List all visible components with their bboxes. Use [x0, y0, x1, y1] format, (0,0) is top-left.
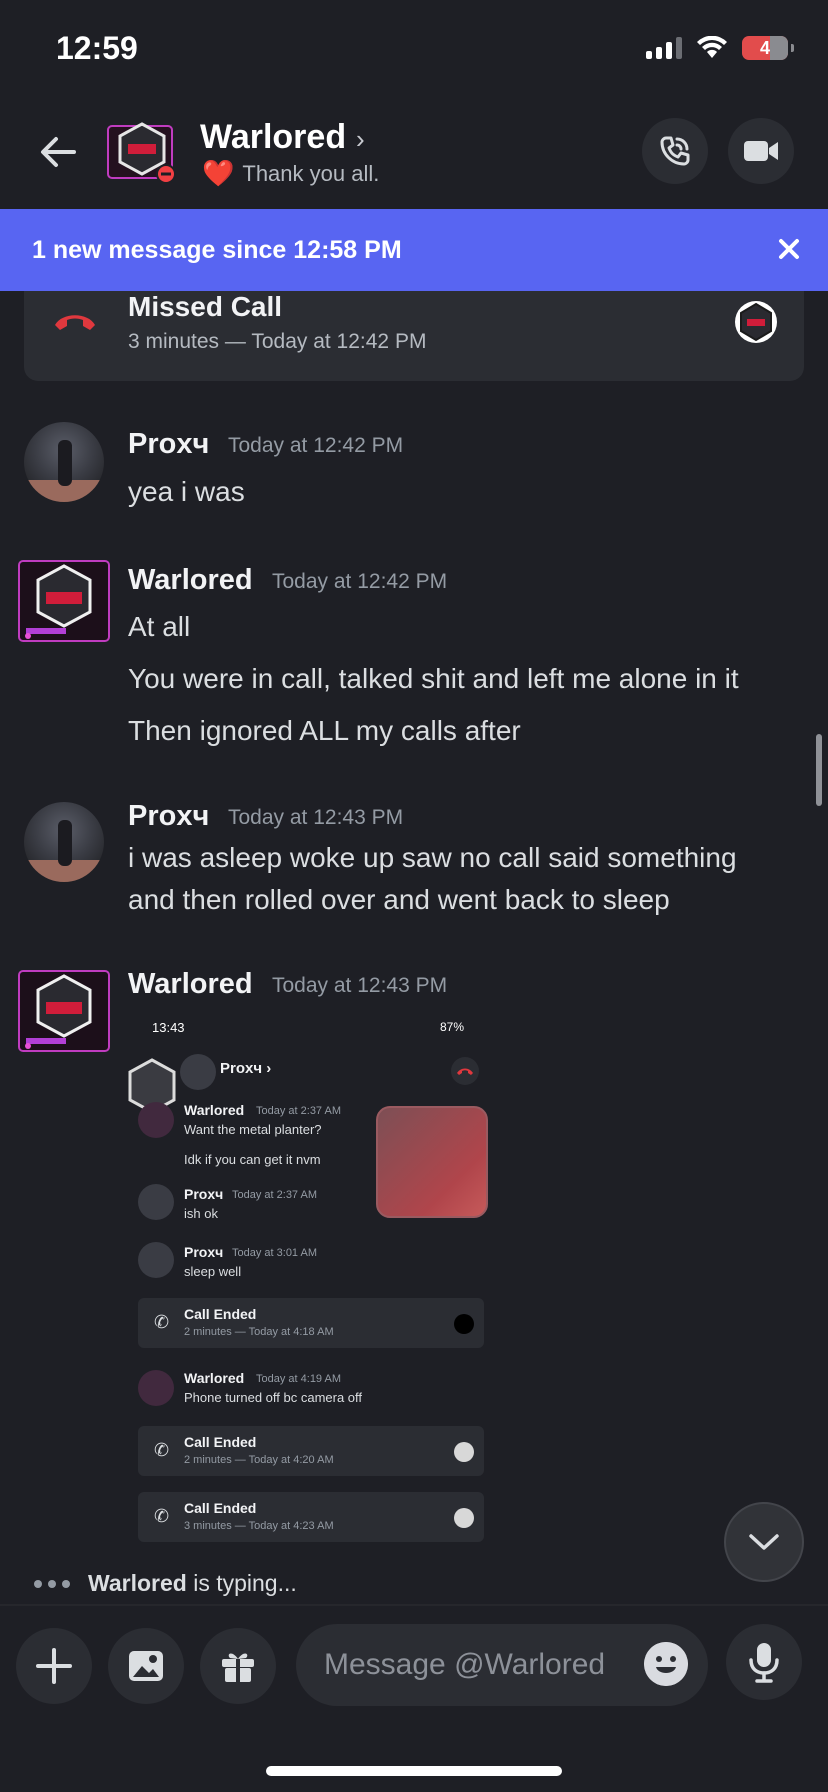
attachment-text: Idk if you can get it nvm	[184, 1152, 321, 1167]
microphone-icon	[749, 1643, 779, 1683]
message-input-placeholder[interactable]: Message @Warlored	[324, 1648, 605, 1682]
participant-avatar	[454, 1442, 474, 1462]
message-timestamp: Today at 12:43 PM	[272, 974, 448, 997]
chevron-down-icon	[749, 1534, 779, 1550]
avatar[interactable]	[106, 120, 178, 186]
attachment-timestamp: Today at 2:37 AM	[256, 1105, 341, 1117]
floating-video-preview	[376, 1106, 488, 1218]
home-indicator[interactable]	[266, 1766, 562, 1776]
participant-avatar	[735, 301, 777, 343]
scrollbar[interactable]	[816, 734, 822, 806]
status-icons: 4	[646, 36, 794, 60]
call-ended-subtitle: 3 minutes — Today at 4:23 AM	[184, 1520, 334, 1532]
call-ended-subtitle: 2 minutes — Today at 4:18 AM	[184, 1326, 334, 1338]
avatar	[138, 1242, 174, 1278]
missed-call-icon	[55, 315, 95, 330]
participant-avatar	[454, 1508, 474, 1528]
attachment-author: Warlored	[184, 1102, 245, 1118]
wifi-icon	[697, 36, 727, 58]
attachment-timestamp: Today at 4:19 AM	[256, 1373, 341, 1385]
video-call-button[interactable]	[728, 118, 794, 184]
message-text: At all	[128, 611, 191, 642]
typing-text: is typing...	[186, 1570, 297, 1596]
attachment-status-time: 13:43	[152, 1020, 185, 1035]
custom-status-text: Thank you all.	[242, 160, 380, 186]
call-ended-title: Call Ended	[184, 1434, 257, 1450]
phone-icon: ✆	[154, 1312, 170, 1332]
voice-message-button[interactable]	[726, 1624, 802, 1700]
status-time: 12:59	[56, 30, 138, 66]
avatar[interactable]	[18, 560, 110, 642]
avatar	[138, 1184, 174, 1220]
attachment-author: Proxч	[184, 1186, 224, 1202]
phone-icon: ✆	[154, 1506, 170, 1526]
phone-call-icon	[660, 136, 690, 166]
participant-avatar	[454, 1314, 474, 1334]
message-text: and then rolled over and went back to sl…	[128, 884, 670, 915]
typing-user: Warlored	[88, 1570, 187, 1596]
message-timestamp: Today at 12:42 PM	[228, 434, 404, 457]
message-text: Then ignored ALL my calls after	[128, 715, 521, 746]
jump-to-present-button[interactable]	[724, 1502, 804, 1582]
end-call-icon	[451, 1057, 479, 1085]
plus-icon	[36, 1648, 72, 1684]
battery-level: 4	[759, 37, 770, 58]
new-messages-text[interactable]: 1 new message since 12:58 PM	[32, 236, 402, 265]
avatar[interactable]	[24, 802, 104, 882]
call-ended-title: Call Ended	[184, 1306, 257, 1322]
voice-call-button[interactable]	[642, 118, 708, 184]
gift-button[interactable]	[200, 1628, 276, 1704]
heart-icon: ❤️	[202, 158, 235, 188]
divider	[0, 1604, 828, 1606]
image-icon	[129, 1651, 163, 1681]
gift-icon	[222, 1653, 254, 1682]
message-author[interactable]: Warlored	[128, 968, 253, 1001]
phone-icon: ✆	[154, 1440, 170, 1460]
attachment-header-name: Proxч ›	[220, 1060, 272, 1077]
cellular-signal-icon	[646, 37, 682, 59]
attachment-timestamp: Today at 2:37 AM	[232, 1189, 317, 1201]
emoji-icon[interactable]	[644, 1642, 688, 1686]
attachment-text: Phone turned off bc camera off	[184, 1390, 363, 1405]
close-icon[interactable]	[772, 232, 806, 266]
message-text: yea i was	[128, 476, 245, 507]
attachment-author: Warlored	[184, 1370, 245, 1386]
call-ended-subtitle: 2 minutes — Today at 4:20 AM	[184, 1454, 334, 1466]
message-timestamp: Today at 12:43 PM	[228, 806, 404, 829]
call-ended-title: Call Ended	[184, 1500, 257, 1516]
avatar	[138, 1102, 174, 1138]
custom-status: ❤️ Thank you all.	[202, 158, 379, 189]
message-author[interactable]: Proxч	[128, 800, 209, 833]
typing-dots-icon	[34, 1579, 70, 1588]
back-arrow-icon[interactable]	[36, 130, 80, 174]
image-attachment[interactable]: 13:43 87% Proxч › Warlored Today at 2:37…	[128, 1006, 490, 1546]
avatar[interactable]	[24, 422, 104, 502]
avatar	[180, 1054, 216, 1090]
attachment-status-battery: 87%	[440, 1020, 465, 1034]
attachment-author: Proxч	[184, 1244, 224, 1260]
message-author[interactable]: Warlored	[128, 564, 253, 597]
avatar[interactable]	[18, 970, 110, 1052]
video-camera-icon	[744, 141, 778, 161]
add-attachment-button[interactable]	[16, 1628, 92, 1704]
avatar	[138, 1370, 174, 1406]
attachment-text: Want the metal planter?	[184, 1122, 322, 1137]
attachment-text: ish ok	[184, 1206, 218, 1221]
header-username[interactable]: Warlored	[200, 118, 346, 157]
attachment-timestamp: Today at 3:01 AM	[232, 1247, 317, 1259]
attachment-text: sleep well	[184, 1264, 242, 1279]
battery-icon: 4	[742, 36, 794, 60]
typing-indicator: Warlored is typing...	[34, 1570, 297, 1597]
message-timestamp: Today at 12:42 PM	[272, 570, 448, 593]
message-text: i was asleep woke up saw no call said so…	[128, 842, 737, 873]
chevron-right-icon[interactable]: ›	[356, 124, 365, 155]
message-author[interactable]: Proxч	[128, 428, 209, 461]
missed-call-subtitle: 3 minutes — Today at 12:42 PM	[128, 330, 427, 353]
image-picker-button[interactable]	[108, 1628, 184, 1704]
missed-call-title: Missed Call	[128, 291, 283, 322]
message-text: You were in call, talked shit and left m…	[128, 663, 739, 694]
